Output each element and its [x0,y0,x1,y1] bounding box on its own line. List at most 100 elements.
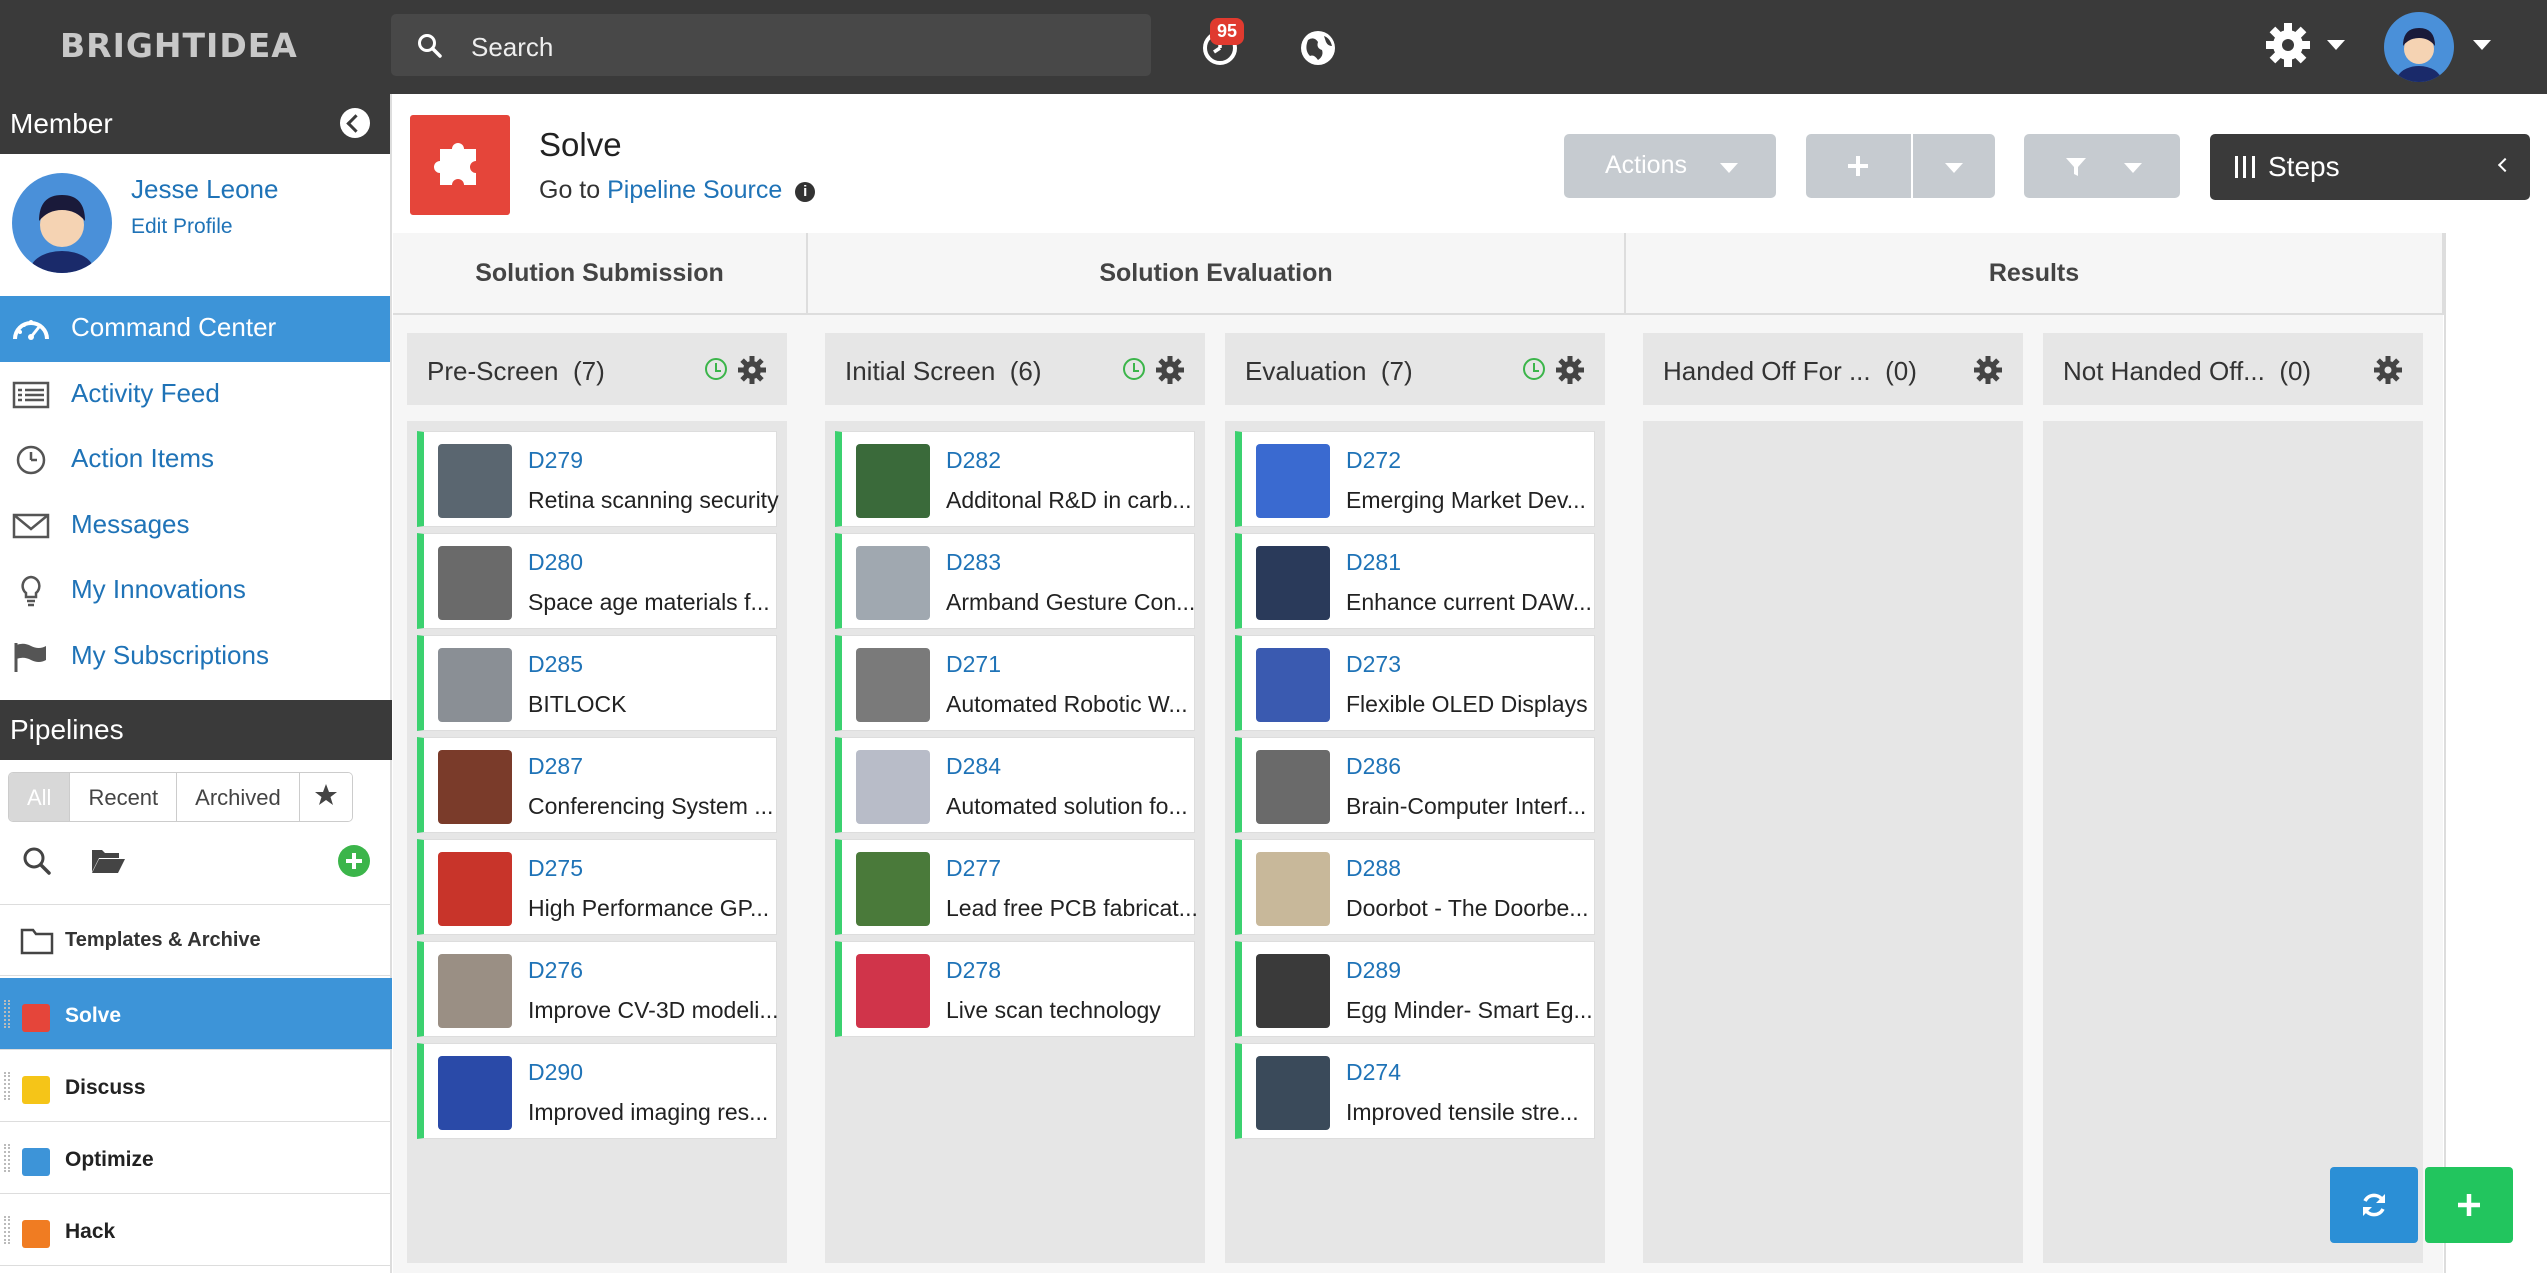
idea-thumbnail[interactable] [1256,750,1330,824]
idea-card[interactable]: D273 Flexible OLED Displays [1235,635,1595,731]
idea-thumbnail[interactable] [856,648,930,722]
stage-settings-gear-icon[interactable] [1973,355,2003,385]
idea-card[interactable]: D282 Additonal R&D in carb... [835,431,1195,527]
idea-card[interactable]: D284 Automated solution fo... [835,737,1195,833]
drag-handle-icon[interactable] [4,1144,10,1172]
member-avatar[interactable] [12,173,112,273]
idea-thumbnail[interactable] [438,1056,512,1130]
idea-card[interactable]: D272 Emerging Market Dev... [1235,431,1595,527]
idea-id-link[interactable]: D274 [1346,1059,1401,1086]
idea-id-link[interactable]: D283 [946,549,1001,576]
idea-card[interactable]: D288 Doorbot - The Doorbe... [1235,839,1595,935]
stage-settings-gear-icon[interactable] [737,355,767,385]
add-item-dropdown[interactable] [1913,134,1995,198]
settings-gear-icon[interactable] [2263,20,2313,70]
pipeline-item-hack[interactable]: Hack [0,1194,392,1266]
search-input[interactable]: Search [471,32,553,63]
drag-handle-icon[interactable] [4,1000,10,1028]
idea-thumbnail[interactable] [1256,546,1330,620]
add-pipeline-icon[interactable] [337,844,371,878]
drag-handle-icon[interactable] [4,1072,10,1100]
idea-thumbnail[interactable] [1256,954,1330,1028]
idea-card[interactable]: D280 Space age materials f... [417,533,777,629]
idea-id-link[interactable]: D272 [1346,447,1401,474]
idea-card[interactable]: D271 Automated Robotic W... [835,635,1195,731]
idea-card[interactable]: D279 Retina scanning security [417,431,779,527]
idea-id-link[interactable]: D290 [528,1059,583,1086]
idea-id-link[interactable]: D289 [1346,957,1401,984]
idea-thumbnail[interactable] [438,750,512,824]
stage-timer-icon[interactable] [1523,358,1545,380]
filter-button[interactable] [2024,134,2180,198]
nav-command-center[interactable]: Command Center [0,296,390,362]
idea-id-link[interactable]: D277 [946,855,1001,882]
idea-card[interactable]: D285 BITLOCK [417,635,777,731]
idea-card[interactable]: D290 Improved imaging res... [417,1043,777,1139]
user-menu-dropdown-icon[interactable] [2473,40,2491,50]
pipeline-search-icon[interactable] [22,846,52,876]
idea-card[interactable]: D277 Lead free PCB fabricat... [835,839,1198,935]
idea-card[interactable]: D276 Improve CV-3D modeli... [417,941,779,1037]
idea-thumbnail[interactable] [1256,648,1330,722]
idea-card[interactable]: D286 Brain-Computer Interf... [1235,737,1595,833]
idea-card[interactable]: D274 Improved tensile stre... [1235,1043,1595,1139]
idea-id-link[interactable]: D288 [1346,855,1401,882]
folder-open-icon[interactable] [90,846,126,876]
idea-thumbnail[interactable] [438,954,512,1028]
templates-archive[interactable]: Templates & Archive [0,904,392,976]
idea-id-link[interactable]: D279 [528,447,583,474]
idea-id-link[interactable]: D271 [946,651,1001,678]
filter-favorites[interactable] [299,773,352,821]
idea-card[interactable]: D278 Live scan technology [835,941,1195,1037]
idea-id-link[interactable]: D281 [1346,549,1401,576]
idea-thumbnail[interactable] [438,444,512,518]
pipeline-item-solve[interactable]: Solve [0,978,392,1050]
idea-thumbnail[interactable] [438,546,512,620]
stage-settings-gear-icon[interactable] [1555,355,1585,385]
filter-archived[interactable]: Archived [177,773,300,821]
search-box[interactable]: Search [391,14,1151,76]
idea-thumbnail[interactable] [856,852,930,926]
steps-button[interactable]: Steps [2210,134,2530,200]
add-item-button[interactable] [1806,134,1911,198]
brand-logo[interactable]: BRIGHTIDEA [60,26,298,65]
idea-id-link[interactable]: D286 [1346,753,1401,780]
nav-action-items[interactable]: Action Items [0,427,390,493]
idea-thumbnail[interactable] [1256,1056,1330,1130]
idea-thumbnail[interactable] [856,546,930,620]
idea-id-link[interactable]: D285 [528,651,583,678]
idea-id-link[interactable]: D276 [528,957,583,984]
idea-thumbnail[interactable] [856,444,930,518]
pipeline-item-discuss[interactable]: Discuss [0,1050,392,1122]
idea-id-link[interactable]: D282 [946,447,1001,474]
idea-thumbnail[interactable] [856,750,930,824]
collapse-sidebar-icon[interactable] [340,108,370,138]
member-name-link[interactable]: Jesse Leone [131,174,278,205]
edit-profile-link[interactable]: Edit Profile [131,215,233,239]
drag-handle-icon[interactable] [4,1216,10,1244]
idea-thumbnail[interactable] [1256,852,1330,926]
globe-icon[interactable] [1296,24,1340,68]
idea-id-link[interactable]: D275 [528,855,583,882]
pipeline-item-optimize[interactable]: Optimize [0,1122,392,1194]
idea-card[interactable]: D289 Egg Minder- Smart Eg... [1235,941,1595,1037]
idea-thumbnail[interactable] [1256,444,1330,518]
idea-thumbnail[interactable] [438,648,512,722]
stage-settings-gear-icon[interactable] [1155,355,1185,385]
idea-id-link[interactable]: D278 [946,957,1001,984]
idea-thumbnail[interactable] [856,954,930,1028]
idea-id-link[interactable]: D280 [528,549,583,576]
stage-timer-icon[interactable] [1123,358,1145,380]
nav-messages[interactable]: Messages [0,493,390,559]
pipeline-source-link[interactable]: Pipeline Source [607,176,782,204]
idea-card[interactable]: D281 Enhance current DAW... [1235,533,1595,629]
nav-my-innovations[interactable]: My Innovations [0,558,390,624]
idea-id-link[interactable]: D287 [528,753,583,780]
info-icon[interactable]: i [795,182,816,202]
stage-settings-gear-icon[interactable] [2373,355,2403,385]
nav-my-subscriptions[interactable]: My Subscriptions [0,624,390,690]
idea-thumbnail[interactable] [438,852,512,926]
filter-recent[interactable]: Recent [70,773,178,821]
user-avatar[interactable] [2384,12,2454,82]
idea-id-link[interactable]: D284 [946,753,1001,780]
